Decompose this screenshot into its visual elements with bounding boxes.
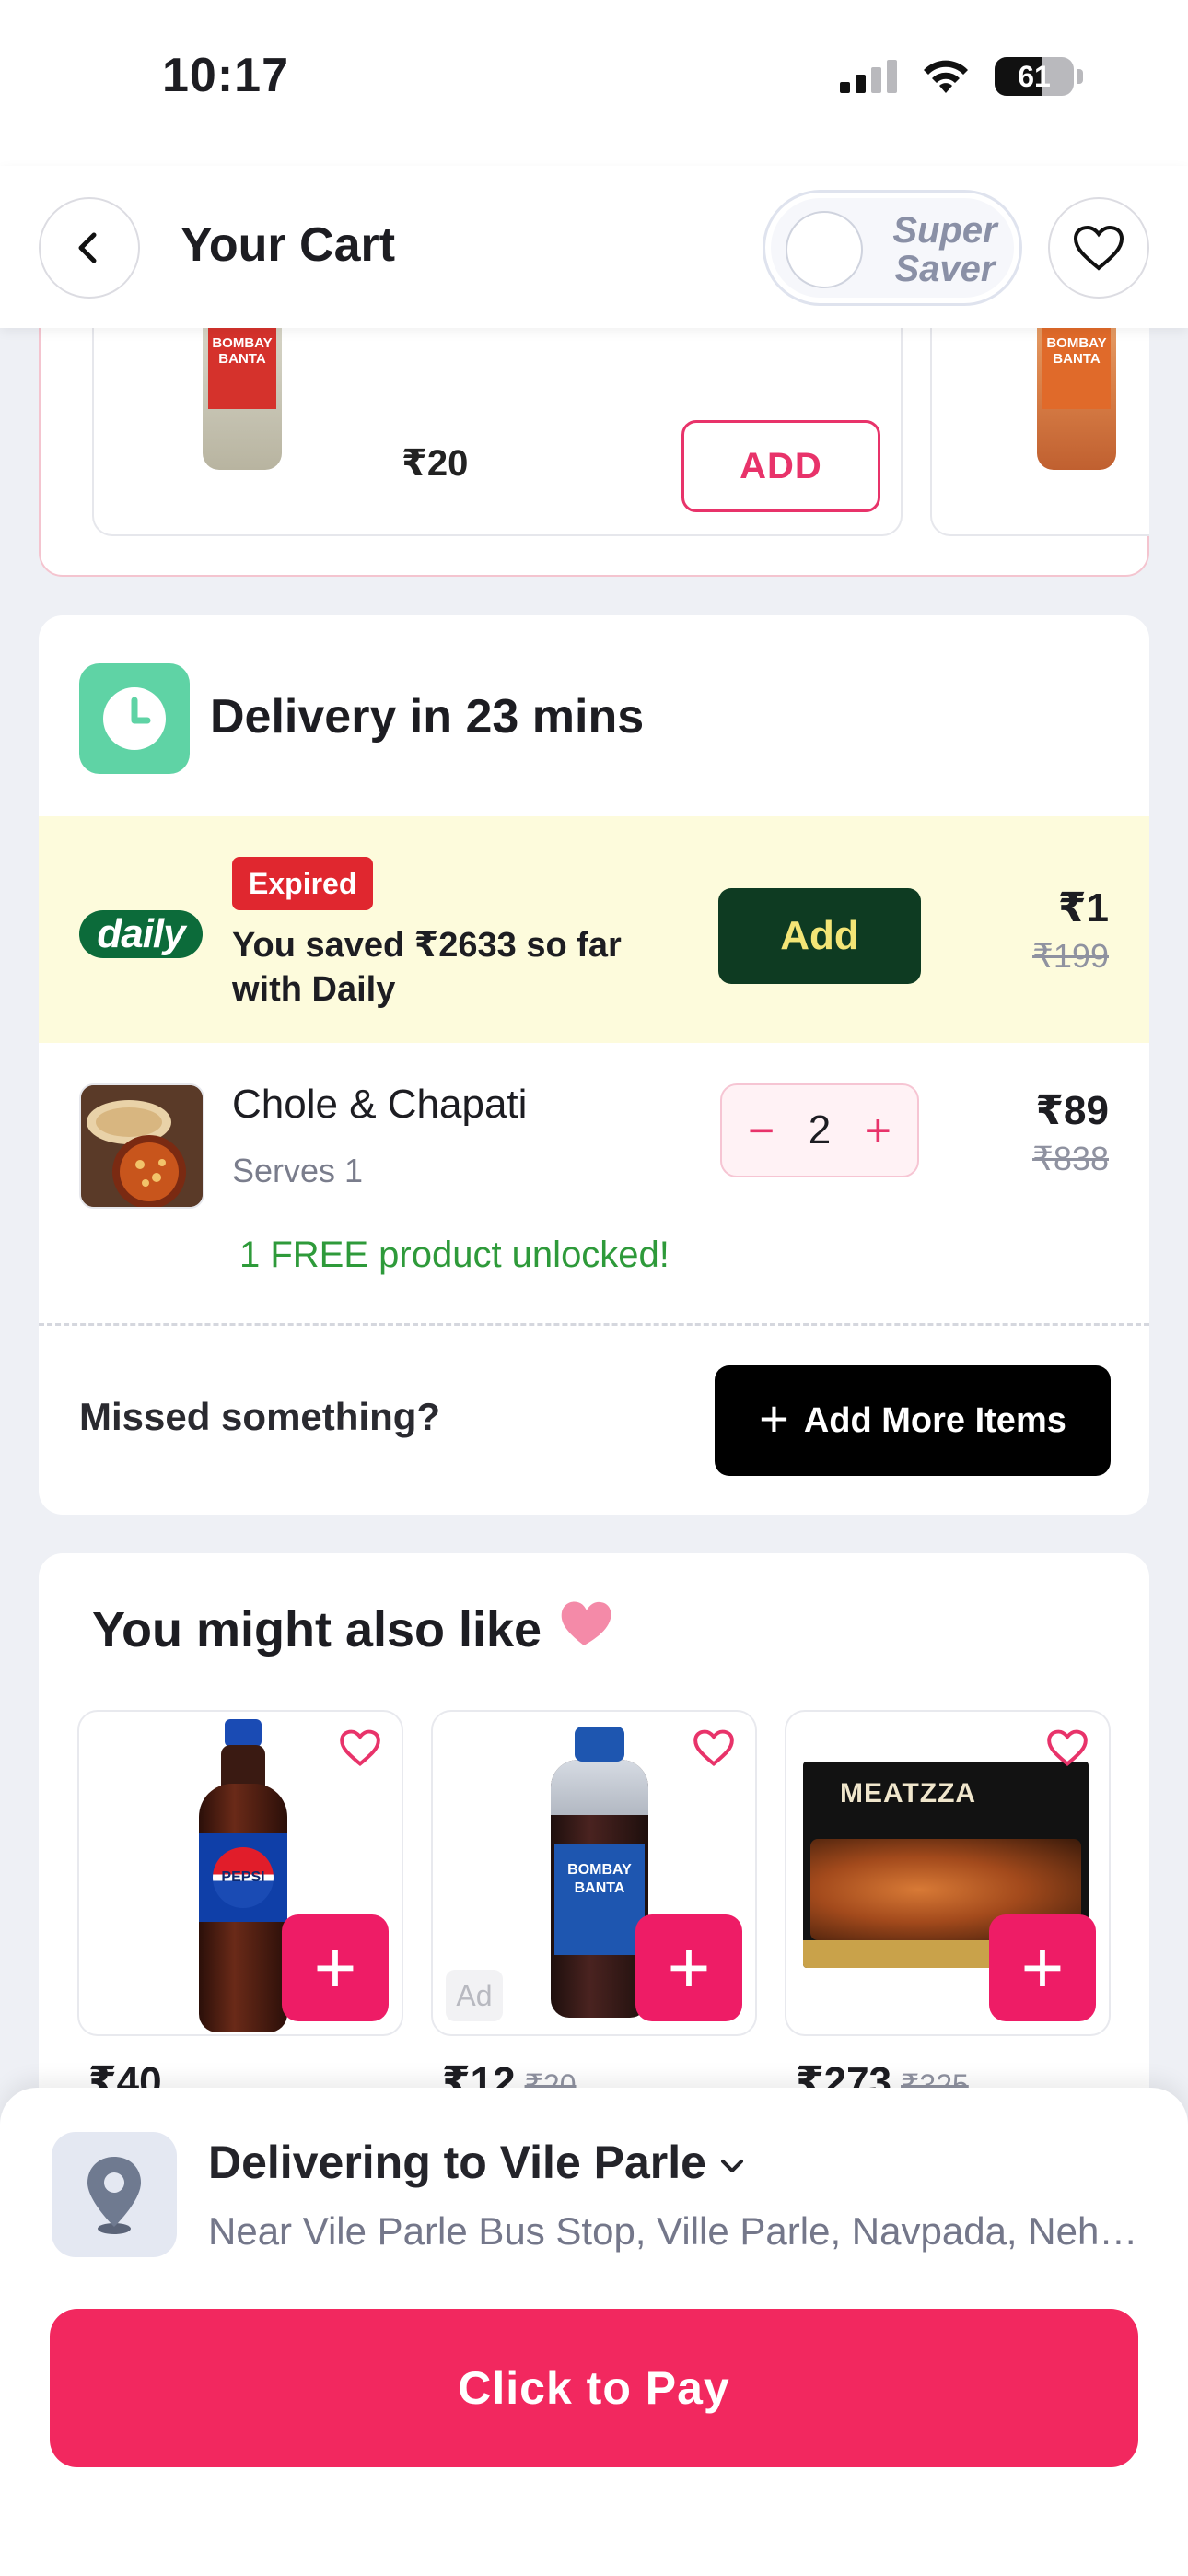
back-arrow-icon [78,232,97,263]
delivery-time-title: Delivery in 23 mins [210,690,645,744]
status-time: 10:17 [162,49,289,102]
plus-icon: + [759,1389,789,1447]
daily-logo: daily [79,910,203,958]
toggle-knob [786,211,863,288]
product-card[interactable]: MEATZZA + [785,1710,1111,2036]
delivery-address: Near Vile Parle Bus Stop, Ville Parle, N… [208,2209,1138,2253]
product-card[interactable]: PEPSI + [77,1710,403,2036]
item-serves: Serves 1 [232,1152,364,1189]
delivery-card: Delivery in 23 mins daily Expired You sa… [39,615,1149,1515]
status-icons: 61 [840,57,1083,96]
chevron-down-icon [720,2159,743,2172]
minus-icon[interactable]: − [748,1107,775,1153]
battery-tip [1077,69,1083,84]
checkout-bottom-sheet: Delivering to Vile Parle Near Vile Parle… [0,2088,1188,2576]
item-price-block: ₹89 ₹838 [1032,1087,1109,1178]
dashed-divider [39,1323,1149,1326]
status-bar: 10:17 61 [0,0,1188,166]
clock-icon [79,663,190,774]
wifi-icon [924,60,968,93]
super-saver-toggle[interactable]: Super Saver [763,190,1022,306]
item-old-price: ₹838 [1032,1140,1109,1177]
daily-price: ₹1 [1057,885,1109,931]
product-image: BOMBAY BANTA [1037,304,1116,470]
click-to-pay-button[interactable]: Click to Pay [50,2309,1138,2467]
heart-outline-icon[interactable] [1046,1728,1089,1767]
delivery-location-title: Delivering to Vile Parle [208,2137,706,2188]
cellular-signal-icon [840,60,897,93]
free-product-message: 1 FREE product unlocked! [239,1235,670,1275]
carousel-product-card[interactable]: BOMBAY BANTA [930,304,1149,536]
wishlist-button[interactable] [1048,197,1149,299]
carousel-product-price: ₹20 [402,443,469,484]
heart-outline-icon[interactable] [693,1728,735,1767]
battery-icon: 61 [995,57,1074,96]
product-card[interactable]: BOMBAY BANTA Ad + [431,1710,757,2036]
daily-add-button[interactable]: Add [718,888,921,984]
heart-outline-icon[interactable] [339,1728,381,1767]
carousel-add-button[interactable]: ADD [681,420,880,512]
carousel-product-card[interactable]: BOMBAY BANTA ₹20 ADD [92,304,903,536]
quantity-value: 2 [808,1107,832,1153]
daily-savings-text: You saved ₹2633 so far with Daily [232,926,622,1009]
heart-filled-icon [561,1601,611,1645]
quantity-stepper: − 2 + [720,1083,919,1177]
daily-price-block: ₹1 ₹199 [1032,884,1109,976]
back-button[interactable] [39,197,140,299]
heart-outline-icon [1073,225,1124,271]
item-price: ₹89 [1035,1088,1109,1133]
add-to-cart-button[interactable]: + [282,1914,389,2021]
page-title: Your Cart [181,218,396,272]
product-image: BOMBAY BANTA [203,304,282,470]
missed-something-text: Missed something? [79,1395,441,1438]
battery-percentage: 61 [1018,59,1051,93]
expired-badge: Expired [232,857,374,910]
add-to-cart-button[interactable]: + [989,1914,1096,2021]
super-saver-label: Super Saver [892,210,997,289]
location-pin-icon [52,2132,177,2257]
item-name: Chole & Chapati [232,1082,528,1127]
add-more-items-button[interactable]: + Add More Items [715,1365,1111,1476]
daily-old-price: ₹199 [1032,937,1109,975]
add-to-cart-button[interactable]: + [635,1914,742,2021]
plus-icon[interactable]: + [865,1107,891,1153]
cart-header: Your Cart Super Saver [0,166,1188,328]
add-more-items-label: Add More Items [803,1400,1066,1440]
item-image[interactable] [79,1083,204,1209]
product-image: BOMBAY BANTA [551,1727,648,2018]
product-image: PEPSI [199,1719,287,2032]
daily-membership-strip: daily Expired You saved ₹2633 so far wit… [39,816,1149,1043]
delivery-location-selector[interactable]: Delivering to Vile Parle [208,2136,745,2189]
ad-tag: Ad [446,1970,503,2021]
suggestions-title: You might also like [92,1602,542,1657]
